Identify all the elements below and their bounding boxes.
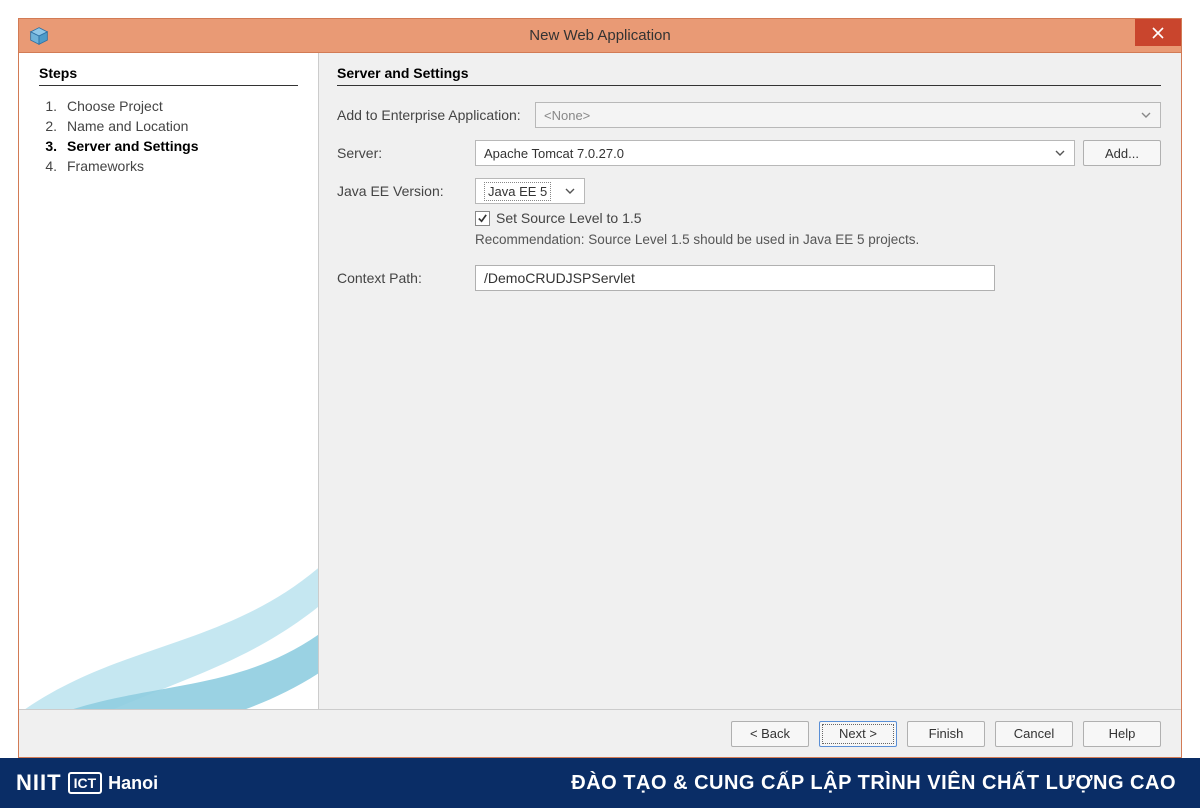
row-enterprise: Add to Enterprise Application: <None> [337,102,1161,128]
row-javaee: Java EE Version: Java EE 5 [337,178,1161,204]
chevron-down-icon [1052,145,1068,161]
next-button[interactable]: Next > [819,721,897,747]
select-server[interactable]: Apache Tomcat 7.0.27.0 [475,140,1075,166]
steps-list: 1.Choose Project2.Name and Location3.Ser… [39,96,298,176]
dialog-footer: < Back Next > Finish Cancel Help [19,709,1181,757]
step-item: 1.Choose Project [39,96,298,116]
close-button[interactable] [1135,19,1181,46]
main-heading: Server and Settings [337,65,1161,81]
checkbox-box [475,211,490,226]
label-enterprise: Add to Enterprise Application: [337,107,527,123]
dialog-body: Steps 1.Choose Project2.Name and Locatio… [19,53,1181,709]
checkbox-label: Set Source Level to 1.5 [496,210,642,226]
chevron-down-icon [1138,107,1154,123]
source-level-block: Set Source Level to 1.5 Recommendation: … [475,210,1161,247]
select-javaee[interactable]: Java EE 5 [475,178,585,204]
finish-button[interactable]: Finish [907,721,985,747]
wizard-dialog: New Web Application Steps 1.Choose Proje… [18,18,1182,758]
select-enterprise[interactable]: <None> [535,102,1161,128]
decorative-swoosh [19,509,319,709]
back-button[interactable]: < Back [731,721,809,747]
step-item: 4.Frameworks [39,156,298,176]
main-panel: Server and Settings Add to Enterprise Ap… [319,53,1181,709]
dialog-title: New Web Application [19,27,1181,44]
check-icon [477,213,488,224]
label-javaee: Java EE Version: [337,183,467,199]
divider [39,85,298,86]
app-cube-icon [29,26,49,46]
help-button[interactable]: Help [1083,721,1161,747]
step-item: 3.Server and Settings [39,136,298,156]
close-icon [1152,27,1164,39]
cancel-button[interactable]: Cancel [995,721,1073,747]
add-server-button[interactable]: Add... [1083,140,1161,166]
banner-logo: NIIT ICT Hanoi [16,770,158,796]
chevron-down-icon [562,183,578,199]
input-context-path[interactable]: /DemoCRUDJSPServlet [475,265,995,291]
titlebar: New Web Application [19,19,1181,53]
step-item: 2.Name and Location [39,116,298,136]
row-server: Server: Apache Tomcat 7.0.27.0 Add... [337,140,1161,166]
row-context: Context Path: /DemoCRUDJSPServlet [337,265,1161,291]
checkbox-source-level[interactable]: Set Source Level to 1.5 [475,210,1161,226]
recommendation-text: Recommendation: Source Level 1.5 should … [475,232,1161,247]
steps-sidebar: Steps 1.Choose Project2.Name and Locatio… [19,53,319,709]
label-server: Server: [337,145,467,161]
label-context: Context Path: [337,270,467,286]
steps-heading: Steps [39,65,298,81]
banner-tagline: ĐÀO TẠO & CUNG CẤP LẬP TRÌNH VIÊN CHẤT L… [571,772,1176,795]
divider [337,85,1161,86]
bottom-banner: NIIT ICT Hanoi ĐÀO TẠO & CUNG CẤP LẬP TR… [0,758,1200,808]
